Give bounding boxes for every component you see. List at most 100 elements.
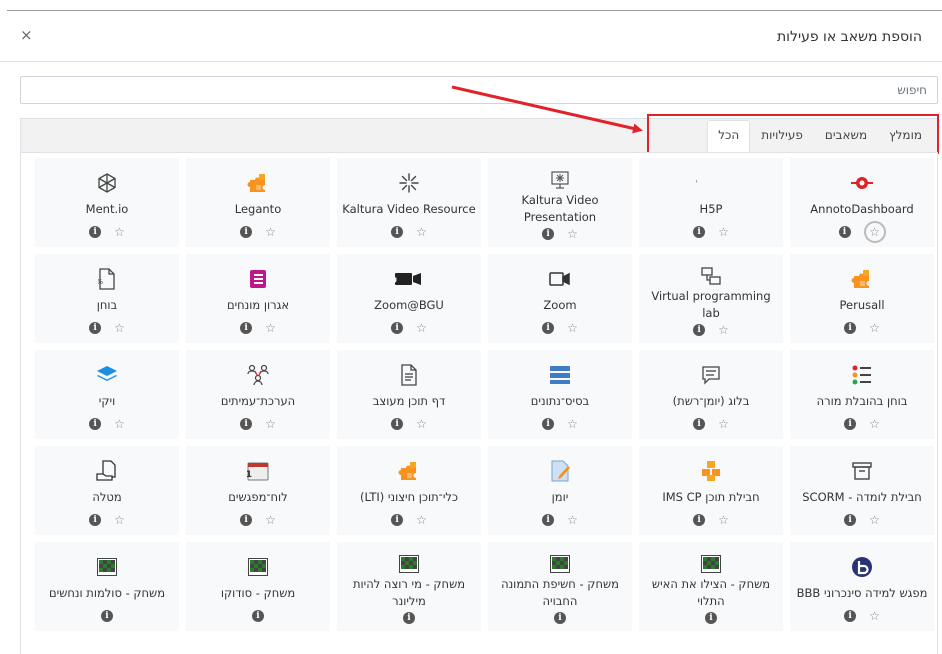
activity-tile[interactable]: BGUZoom@BGUi☆ [337, 254, 481, 343]
activity-tile[interactable]: 31לוח־מפגשיםi☆ [186, 446, 330, 535]
search-input[interactable] [20, 76, 938, 104]
star-icon[interactable]: ☆ [265, 514, 276, 526]
activity-tile[interactable]: Kaltura Video Resource i ☆ [337, 158, 481, 247]
star-icon[interactable]: ☆ [567, 228, 578, 240]
star-icon[interactable]: ☆ [718, 514, 729, 526]
info-icon[interactable]: i [391, 322, 404, 334]
activity-tile[interactable]: AnnotoDashboard i ☆ [790, 158, 934, 247]
info-icon[interactable]: i [240, 322, 253, 334]
star-icon[interactable]: ☆ [567, 322, 578, 334]
activity-tile[interactable]: חבילת לומדה - SCORM i ☆ [790, 446, 934, 535]
star-icon[interactable]: ☆ [416, 514, 427, 526]
activity-tile[interactable]: מטלה i ☆ [35, 446, 179, 535]
info-icon[interactable]: i [240, 514, 253, 526]
info-icon[interactable]: i [391, 418, 404, 430]
svg-text:%: % [98, 278, 103, 286]
star-icon[interactable]: ☆ [869, 514, 880, 526]
wiki-icon [96, 361, 118, 389]
star-icon[interactable]: ☆ [718, 226, 729, 238]
h5p-icon: H5P [696, 169, 726, 197]
activity-tile[interactable]: Perusall i ☆ [790, 254, 934, 343]
activity-tile[interactable]: יומן i ☆ [488, 446, 632, 535]
info-icon[interactable]: i [403, 611, 415, 624]
info-icon[interactable]: i [252, 610, 264, 622]
activity-tile[interactable]: H5PH5Pi☆ [639, 158, 783, 247]
info-icon[interactable]: i [240, 226, 253, 238]
star-icon[interactable]: ☆ [265, 226, 276, 238]
star-icon[interactable]: ☆ [265, 322, 276, 334]
info-icon[interactable]: i [240, 418, 253, 430]
star-icon[interactable]: ☆ [567, 514, 578, 526]
star-icon[interactable]: ☆ [869, 418, 880, 430]
star-icon[interactable]: ☆ [869, 610, 880, 622]
info-icon[interactable]: i [844, 610, 857, 622]
info-icon[interactable]: i [554, 611, 566, 624]
star-icon[interactable]: ☆ [718, 324, 729, 336]
activity-actions: i ☆ [693, 510, 729, 530]
info-icon[interactable]: i [89, 322, 102, 334]
star-icon[interactable]: ☆ [869, 322, 880, 334]
close-icon[interactable]: × [20, 28, 33, 43]
game-icon [97, 553, 117, 581]
info-icon[interactable]: i [844, 418, 857, 430]
star-icon[interactable]: ☆ [265, 418, 276, 430]
star-icon[interactable]: ☆ [416, 418, 427, 430]
info-icon[interactable]: i [391, 514, 404, 526]
star-icon[interactable]: ☆ [718, 418, 729, 430]
star-icon[interactable]: ☆ [416, 322, 427, 334]
activity-tile[interactable]: Ment.io i ☆ [35, 158, 179, 247]
star-icon[interactable]: ☆ [114, 514, 125, 526]
activity-actions: i ☆ [542, 510, 578, 530]
info-icon[interactable]: i [844, 322, 857, 334]
star-icon[interactable]: ☆ [114, 226, 125, 238]
info-icon[interactable]: i [705, 611, 717, 624]
activity-tile[interactable]: משחק - סודוקו i [186, 542, 330, 631]
tab-2[interactable]: משאבים [814, 120, 878, 151]
star-icon[interactable]: ☆ [863, 221, 886, 243]
star-icon[interactable]: ☆ [114, 418, 125, 430]
info-icon[interactable]: i [89, 226, 102, 238]
activity-tile[interactable]: ויקי i ☆ [35, 350, 179, 439]
activity-tile[interactable]: בסיס־נתונים i ☆ [488, 350, 632, 439]
assignment-icon [96, 457, 118, 485]
info-icon[interactable]: i [693, 418, 706, 430]
activity-tile[interactable]: מפגש למידה סינכרוני BBB i ☆ [790, 542, 934, 631]
activity-tile[interactable]: Leganto i ☆ [186, 158, 330, 247]
activity-tile[interactable]: Zoom i ☆ [488, 254, 632, 343]
info-icon[interactable]: i [542, 418, 555, 430]
activity-tile[interactable]: משחק - סולמות ונחשים i [35, 542, 179, 631]
info-icon[interactable]: i [693, 514, 706, 526]
activity-tile[interactable]: אגרון מונחים i ☆ [186, 254, 330, 343]
activity-name: בוחן [96, 298, 118, 312]
star-icon[interactable]: ☆ [114, 322, 125, 334]
activity-tile[interactable]: בוחן בהובלת מורה i ☆ [790, 350, 934, 439]
tab-1[interactable]: פעילויות [750, 120, 814, 151]
tab-3[interactable]: מומלץ [878, 120, 933, 151]
tab-0[interactable]: הכל [707, 120, 751, 152]
info-icon[interactable]: i [838, 226, 851, 238]
activity-tile[interactable]: % בוחן i ☆ [35, 254, 179, 343]
activity-tile[interactable]: משחק - חשיפת התמונה החבויה i [488, 542, 632, 631]
star-icon[interactable]: ☆ [416, 226, 427, 238]
activity-tile[interactable]: הערכת־עמיתים i ☆ [186, 350, 330, 439]
activity-tile[interactable]: משחק - הצילו את האיש התלוי i [639, 542, 783, 631]
info-icon[interactable]: i [542, 322, 555, 334]
activity-tile[interactable]: משחק - מי רוצה להיות מיליונר i [337, 542, 481, 631]
activity-tile[interactable]: כלי־תוכן חיצוני (LTI) i ☆ [337, 446, 481, 535]
activity-tile[interactable]: Kaltura Video Presentation i ☆ [488, 158, 632, 247]
star-icon[interactable]: ☆ [567, 418, 578, 430]
activity-tile[interactable]: בלוג (יומן־רשת) i ☆ [639, 350, 783, 439]
activity-tile[interactable]: דף תוכן מעוצב i ☆ [337, 350, 481, 439]
window-top-border [7, 10, 942, 11]
info-icon[interactable]: i [693, 323, 706, 336]
info-icon[interactable]: i [542, 514, 555, 526]
info-icon[interactable]: i [89, 418, 102, 430]
info-icon[interactable]: i [844, 514, 857, 526]
activity-tile[interactable]: Virtual programming lab i ☆ [639, 254, 783, 343]
info-icon[interactable]: i [89, 514, 102, 526]
info-icon[interactable]: i [542, 227, 555, 240]
info-icon[interactable]: i [693, 226, 706, 238]
activity-tile[interactable]: חבילת תוכן IMS CP i ☆ [639, 446, 783, 535]
info-icon[interactable]: i [391, 226, 404, 238]
info-icon[interactable]: i [101, 610, 113, 622]
